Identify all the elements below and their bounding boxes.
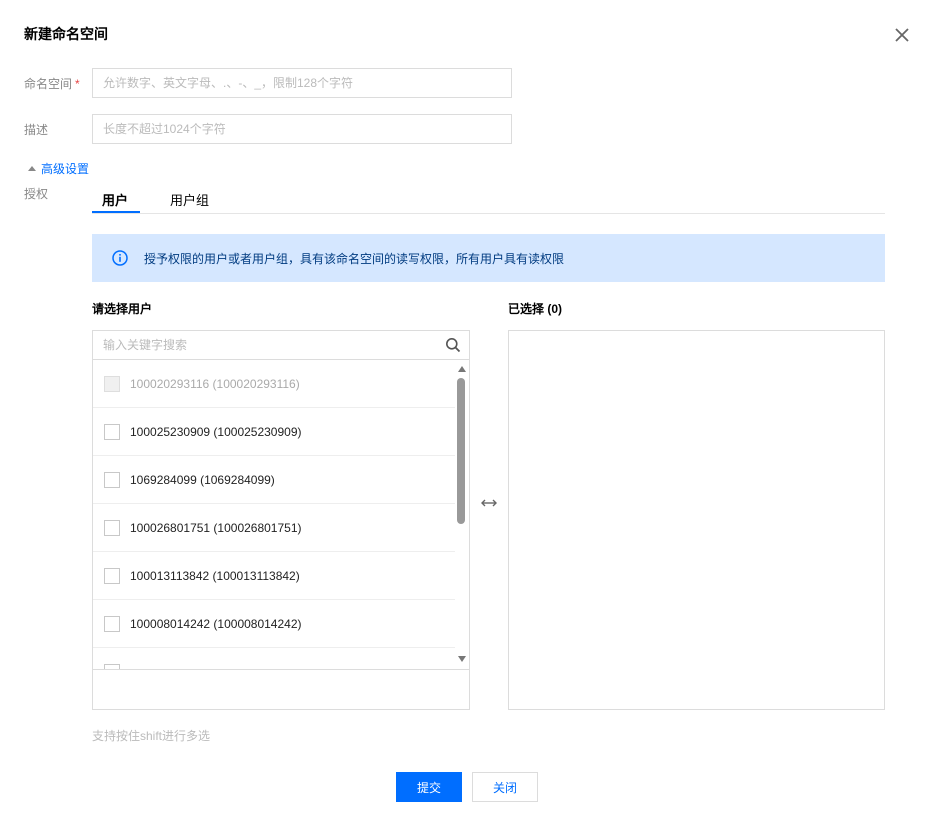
- list-item[interactable]: 100008014242 (100008014242): [93, 600, 455, 648]
- namespace-input[interactable]: [92, 68, 512, 98]
- info-banner: 授予权限的用户或者用户组，具有该命名空间的读写权限，所有用户具有读权限: [92, 234, 885, 282]
- left-panel-title: 请选择用户: [92, 302, 153, 316]
- list-item[interactable]: 100013113842 (100013113842): [93, 552, 455, 600]
- submit-button[interactable]: 提交: [396, 772, 462, 802]
- search-input[interactable]: [93, 331, 469, 359]
- list-item[interactable]: 1069284099 (1069284099): [93, 456, 455, 504]
- list-item-label: 100008014242 (100008014242): [130, 616, 302, 631]
- close-icon[interactable]: [892, 25, 912, 45]
- search-box: [93, 331, 469, 360]
- checkbox[interactable]: [104, 615, 120, 632]
- advanced-settings-toggle[interactable]: 高级设置: [28, 160, 89, 177]
- checkbox[interactable]: [104, 471, 120, 488]
- multi-select-hint: 支持按住shift进行多选: [92, 729, 211, 743]
- list-item[interactable]: 100025230909 (100025230909): [93, 408, 455, 456]
- scrollbar[interactable]: [455, 360, 469, 669]
- description-label: 描述: [24, 123, 49, 137]
- checkbox[interactable]: [104, 663, 120, 669]
- triangle-up-icon: [28, 166, 36, 171]
- list-item-label: 100013113842 (100013113842): [130, 568, 300, 583]
- search-icon[interactable]: [445, 337, 461, 353]
- right-panel-title: 已选择 (0): [508, 302, 563, 316]
- list-item[interactable]: 100026801751 (100026801751): [93, 504, 455, 552]
- namespace-label-text: 命名空间: [24, 77, 73, 91]
- tab-users[interactable]: 用户: [102, 190, 128, 209]
- tab-user-groups[interactable]: 用户组: [170, 190, 209, 209]
- active-tab-indicator: [92, 211, 140, 213]
- scroll-thumb[interactable]: [457, 378, 465, 524]
- info-icon: [112, 250, 128, 266]
- info-banner-text: 授予权限的用户或者用户组，具有该命名空间的读写权限，所有用户具有读权限: [144, 251, 565, 266]
- checkbox[interactable]: [104, 423, 120, 440]
- checkbox[interactable]: [104, 567, 120, 584]
- list-item-label: 100025230909 (100025230909): [130, 424, 302, 439]
- namespace-label: 命名空间 *: [24, 75, 80, 92]
- scroll-up-icon[interactable]: [458, 366, 466, 372]
- list-item-label: 100020293116 (100020293116): [130, 376, 300, 391]
- user-list[interactable]: 100020293116 (100020293116) 100025230909…: [93, 360, 469, 670]
- required-mark: *: [75, 77, 80, 91]
- list-item-partial[interactable]: [93, 648, 455, 669]
- list-item-label: 100026801751 (100026801751): [130, 520, 302, 535]
- close-button[interactable]: 关闭: [472, 772, 538, 802]
- selected-users-panel[interactable]: [508, 330, 885, 710]
- list-item-label: 1069284099 (1069284099): [130, 472, 275, 487]
- available-users-panel: 100020293116 (100020293116) 100025230909…: [92, 330, 470, 710]
- checkbox[interactable]: [104, 519, 120, 536]
- auth-label: 授权: [24, 187, 49, 201]
- advanced-settings-label: 高级设置: [41, 162, 90, 176]
- list-item: 100020293116 (100020293116): [93, 360, 455, 408]
- scroll-down-icon[interactable]: [458, 656, 466, 662]
- checkbox: [104, 375, 120, 392]
- transfer-arrows-icon: [481, 499, 497, 507]
- auth-tabs: 用户 用户组: [92, 186, 885, 214]
- dialog-title: 新建命名空间: [24, 26, 108, 42]
- description-input[interactable]: [92, 114, 512, 144]
